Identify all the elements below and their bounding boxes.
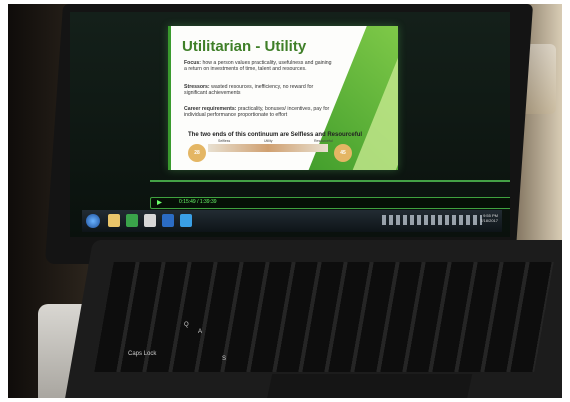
play-icon[interactable]	[157, 200, 162, 205]
player-controls[interactable]: 0:15:49 / 1:39:39	[150, 197, 510, 209]
ie-icon[interactable]	[180, 214, 192, 227]
focus-text: how a person values practicality, useful…	[184, 60, 332, 73]
score-right-circle: 45	[334, 144, 352, 162]
stressors-label: Stressors:	[184, 84, 210, 90]
clock-date: 7/18/2017	[480, 218, 498, 223]
caps-lock-key-label: Caps Lock	[128, 351, 157, 357]
taskbar: 9:55 PM 7/18/2017	[82, 210, 502, 232]
scale-mid-label: Utility	[264, 139, 273, 143]
player-time: 0:15:49 / 1:39:39	[179, 199, 217, 205]
explorer-icon[interactable]	[108, 214, 120, 227]
system-tray[interactable]	[382, 215, 482, 225]
photo: Utilitarian - Utility Focus: how a perso…	[8, 4, 562, 398]
career-label: Career requirements:	[184, 106, 237, 112]
slide-accent-bar	[168, 26, 171, 170]
s-key-label: S	[222, 356, 227, 362]
presentation-slide: Utilitarian - Utility Focus: how a perso…	[168, 26, 398, 170]
touchpad[interactable]	[263, 374, 473, 398]
app-icon[interactable]	[144, 214, 156, 227]
scale-left-label: Selfless	[218, 139, 231, 143]
start-button-icon[interactable]	[86, 214, 100, 228]
scale-right-label: Resourceful	[314, 139, 333, 143]
slide-career: Career requirements: practicality, bonus…	[184, 106, 334, 119]
outlook-icon[interactable]	[162, 214, 174, 227]
keyboard-keys[interactable]	[94, 262, 554, 372]
score-left-circle: 28	[188, 144, 206, 162]
laptop-screen: Utilitarian - Utility Focus: how a perso…	[70, 12, 510, 237]
continuum-scale	[208, 144, 328, 152]
slide-focus: Focus: how a person values practicality,…	[184, 60, 334, 73]
continuum-text: The two ends of this continuum are Selfl…	[188, 132, 363, 138]
media-icon[interactable]	[126, 214, 138, 227]
player-progress[interactable]	[150, 178, 510, 192]
q-key-label: Q	[184, 322, 189, 328]
progress-line[interactable]	[150, 180, 510, 182]
taskbar-clock[interactable]: 9:55 PM 7/18/2017	[480, 213, 498, 223]
focus-label: Focus:	[184, 60, 202, 66]
a-key-label: A	[198, 329, 203, 335]
slide-title: Utilitarian - Utility	[182, 38, 307, 55]
slide-stressors: Stressors: wasted resources, inefficienc…	[184, 84, 334, 97]
